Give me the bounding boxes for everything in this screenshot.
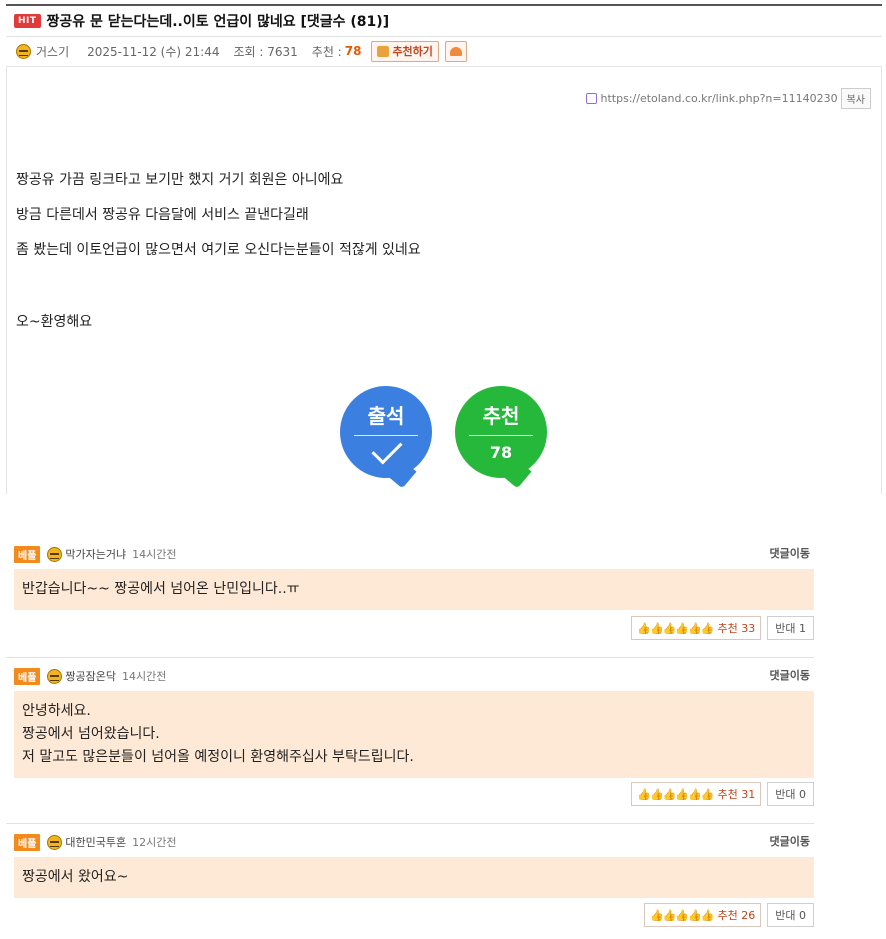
- thumbs-up-icon: 👍👍👍👍👍👍: [637, 621, 714, 635]
- body-line: 방금 다른데서 짱공유 다음달에 서비스 끝낸다길래: [16, 207, 309, 223]
- post-date: 2025-11-12 (수) 21:44: [87, 44, 220, 59]
- comment-time: 14시간전: [122, 670, 167, 683]
- upvote-count: 31: [741, 787, 756, 801]
- link-icon: [585, 93, 597, 104]
- best-comment: 베플 대한민국투혼 12시간전 댓글이동 짱공에서 왔어요~ 👍👍👍👍👍 추천 …: [6, 832, 820, 937]
- comment-divider: [6, 657, 814, 658]
- short-link-row: https://etoland.co.kr/link.php?n=1114023…: [585, 88, 871, 109]
- thumbs-up-icon: 👍👍👍👍👍👍: [637, 787, 714, 801]
- comment-downvote-button[interactable]: 반대 0: [767, 782, 814, 806]
- comment-downvote-button[interactable]: 반대 0: [767, 903, 814, 927]
- post-title[interactable]: 짱공유 문 닫는다는데..이토 언급이 많네요 [댓글수 (81)]: [47, 11, 390, 31]
- post-recommend-count: 78: [344, 44, 362, 58]
- attendance-button[interactable]: 출석: [340, 386, 432, 489]
- best-badge: 베플: [14, 667, 41, 685]
- upvote-label: 추천: [717, 909, 738, 922]
- post-title-bar: HIT 짱공유 문 닫는다는데..이토 언급이 많네요 [댓글수 (81)]: [6, 4, 882, 37]
- post-meta: 거스기 2025-11-12 (수) 21:44 조회 : 7631 추천 : …: [6, 37, 882, 65]
- comment-time: 14시간전: [132, 548, 177, 561]
- comment-line: 반갑습니다~~ 짱공에서 넘어온 난민입니다..ㅠ: [22, 581, 300, 597]
- post-author[interactable]: 거스기: [36, 43, 69, 60]
- recommend-stamp-button[interactable]: 추천 78: [455, 386, 547, 489]
- comment-header: 베플 대한민국투혼 12시간전: [14, 832, 177, 852]
- downvote-count: 0: [799, 787, 806, 801]
- comment-line: 짱공에서 넘어왔습니다.: [22, 726, 160, 742]
- downvote-label: 반대: [775, 788, 796, 801]
- comment-line: 저 말고도 많은분들이 넘어올 예정이니 환영해주십사 부탁드립니다.: [22, 749, 414, 765]
- comment-body: 안녕하세요. 짱공에서 넘어왔습니다. 저 말고도 많은분들이 넘어올 예정이니…: [14, 691, 814, 778]
- body-line: 좀 봤는데 이토언급이 많으면서 여기로 오신다는분들이 적잖게 있네요: [16, 242, 421, 258]
- comment-author[interactable]: 대한민국투혼: [65, 834, 126, 850]
- body-line: 짱공유 가끔 링크타고 보기만 했지 거기 회원은 아니에요: [16, 172, 344, 188]
- comment-author[interactable]: 짱공잠온닥: [65, 668, 116, 684]
- recommend-button[interactable]: 추천하기: [371, 40, 439, 62]
- upvote-count: 26: [741, 908, 756, 922]
- author-level-icon: [47, 668, 63, 684]
- author-level-icon: [47, 834, 63, 850]
- comment-downvote-button[interactable]: 반대 1: [767, 616, 814, 640]
- body-line: 오~환영해요: [16, 314, 93, 330]
- comment-header: 베플 막가자는거냐 14시간전: [14, 544, 177, 564]
- best-badge: 베플: [14, 545, 41, 563]
- report-button[interactable]: [444, 40, 467, 62]
- comment-time: 12시간전: [132, 836, 177, 849]
- best-badge: 베플: [14, 833, 41, 851]
- post-views: 조회 : 7631: [233, 44, 298, 59]
- recommend-stamp-count: 78: [489, 443, 513, 462]
- comment-line: 짱공에서 왔어요~: [22, 869, 129, 885]
- recommend-button-label: 추천하기: [392, 45, 433, 58]
- comment-header: 베플 짱공잠온닥 14시간전: [14, 666, 166, 686]
- downvote-count: 1: [799, 621, 806, 635]
- siren-icon: [449, 46, 462, 56]
- comment-actions: 👍👍👍👍👍👍 추천 33 반대 1: [631, 616, 814, 640]
- comment-divider: [6, 823, 814, 824]
- comment-jump-link[interactable]: 댓글이동: [770, 832, 810, 852]
- downvote-count: 0: [799, 908, 806, 922]
- author-level-icon: [16, 43, 31, 59]
- best-comment: 베플 짱공잠온닥 14시간전 댓글이동 안녕하세요. 짱공에서 넘어왔습니다. …: [6, 666, 820, 816]
- post-recommend-label: 추천 :: [311, 44, 342, 59]
- attendance-label: 출석: [367, 404, 405, 428]
- comment-actions: 👍👍👍👍👍 추천 26 반대 0: [644, 903, 814, 927]
- short-link-url[interactable]: https://etoland.co.kr/link.php?n=1114023…: [601, 92, 838, 105]
- author-level-icon: [47, 546, 63, 562]
- article-body: https://etoland.co.kr/link.php?n=1114023…: [6, 66, 882, 494]
- copy-link-button[interactable]: 복사: [840, 88, 871, 109]
- upvote-count: 33: [741, 621, 756, 635]
- comment-jump-link[interactable]: 댓글이동: [770, 544, 810, 564]
- downvote-label: 반대: [775, 909, 796, 922]
- thumbs-up-icon: 👍👍👍👍👍: [650, 908, 714, 922]
- comment-upvote-button[interactable]: 👍👍👍👍👍👍 추천 31: [631, 782, 762, 806]
- comment-body: 짱공에서 왔어요~: [14, 857, 814, 898]
- comment-line: 안녕하세요.: [22, 703, 91, 719]
- comment-jump-link[interactable]: 댓글이동: [770, 666, 810, 686]
- comment-body: 반갑습니다~~ 짱공에서 넘어온 난민입니다..ㅠ: [14, 569, 814, 610]
- best-comment: 베플 막가자는거냐 14시간전 댓글이동 반갑습니다~~ 짱공에서 넘어온 난민…: [6, 544, 820, 644]
- upvote-label: 추천: [717, 788, 738, 801]
- comment-upvote-button[interactable]: 👍👍👍👍👍👍 추천 33: [631, 616, 762, 640]
- hit-badge: HIT: [14, 14, 41, 28]
- recommend-stamp-label: 추천: [482, 404, 520, 428]
- upvote-label: 추천: [717, 622, 738, 635]
- comment-author[interactable]: 막가자는거냐: [65, 546, 126, 562]
- comment-actions: 👍👍👍👍👍👍 추천 31 반대 0: [631, 782, 814, 806]
- comment-upvote-button[interactable]: 👍👍👍👍👍 추천 26: [644, 903, 762, 927]
- thumbs-up-icon: [377, 45, 390, 57]
- downvote-label: 반대: [775, 622, 796, 635]
